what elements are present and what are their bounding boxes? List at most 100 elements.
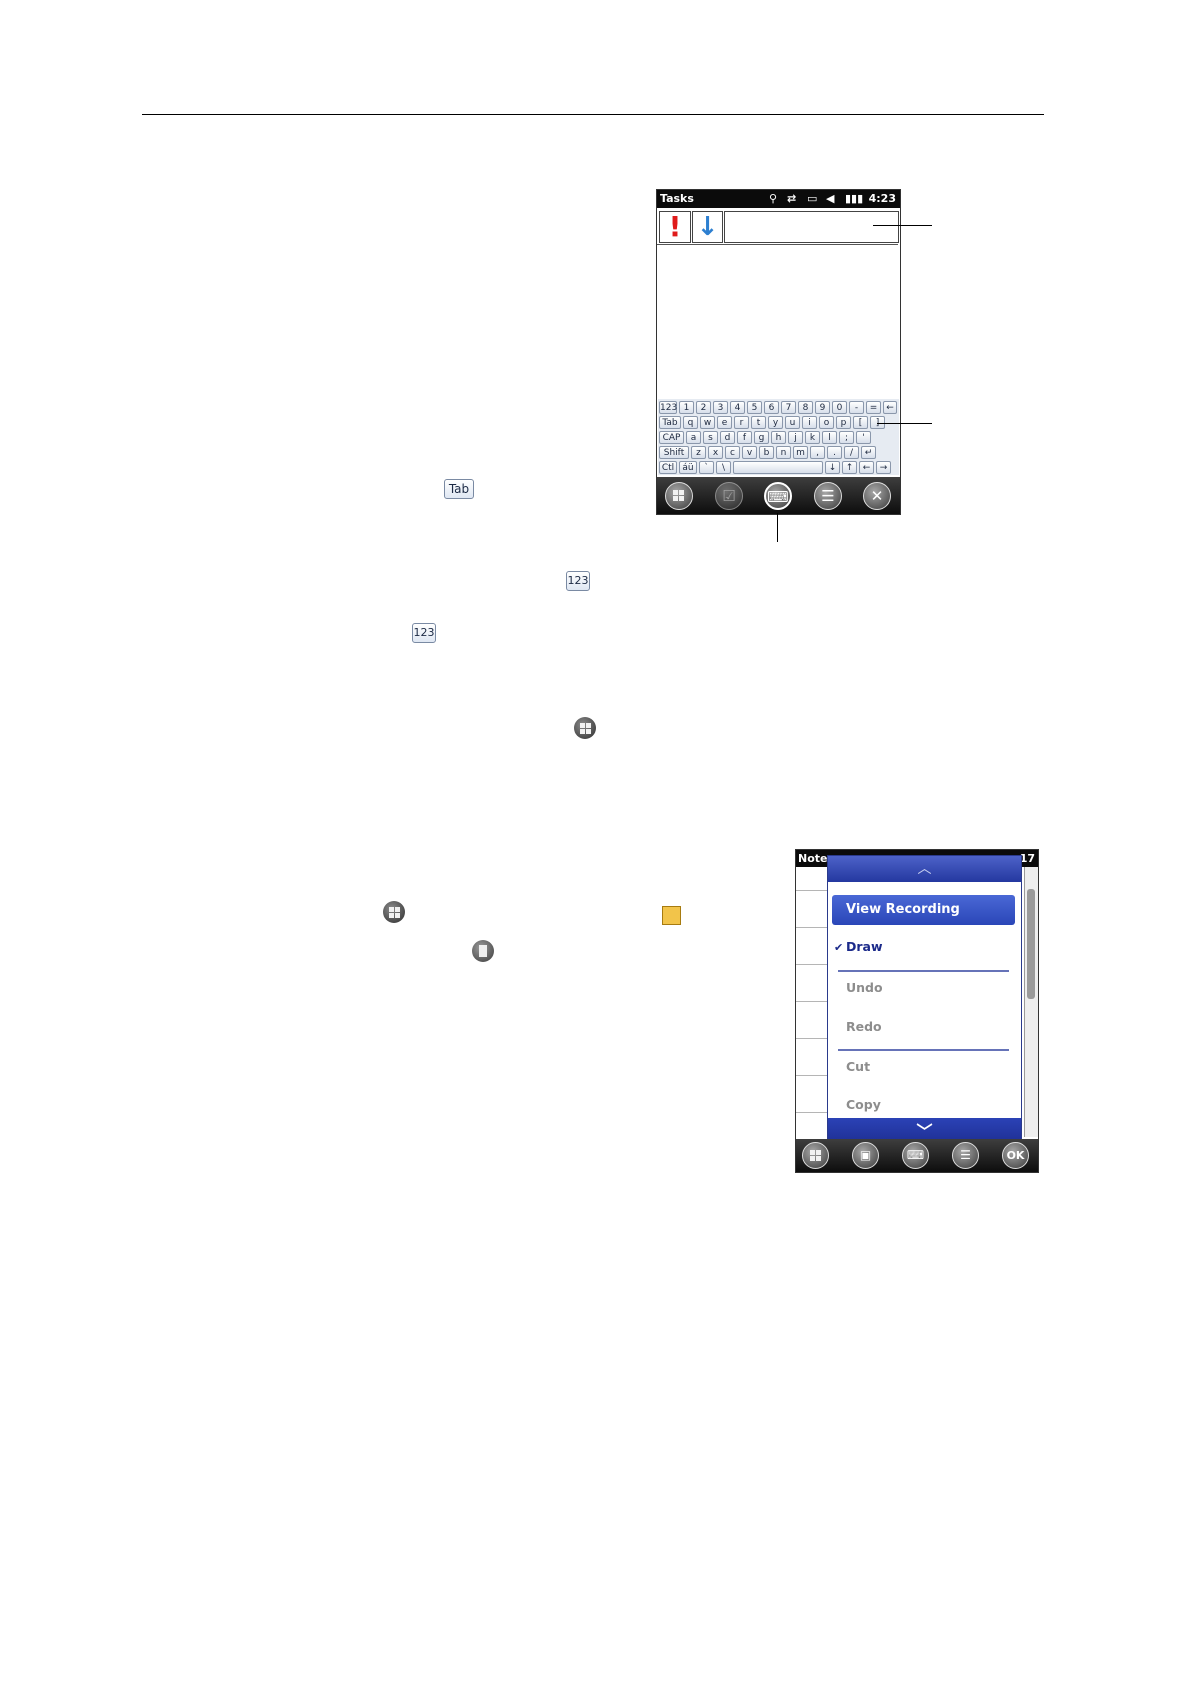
battery-icon: ▮▮▮ — [845, 192, 864, 205]
keyboard-key[interactable]: [ — [853, 416, 868, 429]
keyboard-key[interactable]: ` — [699, 461, 714, 474]
keyboard-key[interactable]: ↑ — [842, 461, 857, 474]
keyboard-key[interactable]: 8 — [798, 401, 813, 414]
callout-line-entry-bar — [873, 225, 932, 226]
keyboard-key[interactable]: x — [708, 446, 723, 459]
ok-button[interactable]: OK — [1002, 1142, 1029, 1169]
keyboard-key[interactable]: 2 — [696, 401, 711, 414]
keyboard-toggle-button[interactable]: ⌨ — [764, 482, 792, 510]
menu-separator — [838, 970, 1009, 972]
keyboard-key[interactable]: u — [785, 416, 800, 429]
keyboard-key[interactable]: ; — [839, 431, 854, 444]
clock: 4:23 — [868, 192, 896, 205]
keyboard-key[interactable]: s — [703, 431, 718, 444]
keyboard-key[interactable]: n — [776, 446, 791, 459]
keyboard-key[interactable]: 0 — [832, 401, 847, 414]
keyboard-key[interactable]: d — [720, 431, 735, 444]
keyboard-key[interactable]: 4 — [730, 401, 745, 414]
popup-menu: ︿ View Recording Toolbar ✔ Draw Undo Red… — [827, 855, 1022, 1147]
keyboard-key[interactable]: l — [822, 431, 837, 444]
start-button[interactable] — [802, 1142, 829, 1169]
menu-item-redo[interactable]: Redo — [846, 1019, 882, 1034]
keyboard-key[interactable]: áü — [679, 461, 697, 474]
new-note-icon[interactable]: ▣ — [852, 1142, 879, 1169]
keyboard-key[interactable]: h — [771, 431, 786, 444]
check-icon: ✔ — [834, 941, 844, 954]
keyboard-key[interactable]: r — [734, 416, 749, 429]
keyboard-key[interactable]: Tab — [659, 416, 681, 429]
menu-icon — [472, 940, 494, 962]
keyboard-key[interactable]: / — [844, 446, 859, 459]
keyboard-key[interactable]: 6 — [764, 401, 779, 414]
keyboard-key[interactable]: 7 — [781, 401, 796, 414]
keyboard-key[interactable]: ' — [856, 431, 871, 444]
keyboard-key[interactable]: Ctl — [659, 461, 677, 474]
callout-line-keyboard — [877, 423, 932, 424]
start-button[interactable] — [665, 482, 693, 510]
keyboard-key[interactable]: 123 — [659, 401, 677, 414]
keyboard-key[interactable]: , — [810, 446, 825, 459]
keyboard-key[interactable]: = — [866, 401, 881, 414]
keyboard-key[interactable]: v — [742, 446, 757, 459]
keyboard-key[interactable]: p — [836, 416, 851, 429]
keyboard-key[interactable]: j — [788, 431, 803, 444]
bottom-toolbar: ▣ ⌨ ☰ OK — [796, 1139, 1038, 1172]
keyboard-key[interactable]: . — [827, 446, 842, 459]
keyboard-key[interactable]: w — [700, 416, 715, 429]
menu-button[interactable]: ☰ — [952, 1142, 979, 1169]
keyboard-toggle-button[interactable]: ⌨ — [902, 1142, 929, 1169]
keyboard-key[interactable]: ↵ — [861, 446, 876, 459]
close-button[interactable]: ✕ — [863, 482, 891, 510]
menu-button[interactable]: ☰ — [814, 482, 842, 510]
keyboard-key[interactable]: a — [686, 431, 701, 444]
no-sim-icon: ▭ — [807, 192, 818, 205]
keyboard-key[interactable]: ↓ — [825, 461, 840, 474]
keyboard-key[interactable]: CAP — [659, 431, 684, 444]
keyboard-key[interactable]: - — [849, 401, 864, 414]
keyboard-key[interactable]: q — [683, 416, 698, 429]
keyboard-key[interactable]: 3 — [713, 401, 728, 414]
keyboard-key[interactable]: ← — [859, 461, 874, 474]
keyboard-key[interactable]: g — [754, 431, 769, 444]
keyboard-key[interactable]: i — [802, 416, 817, 429]
menu-item-view-recording-toolbar[interactable]: View Recording Toolbar — [832, 895, 1015, 947]
num-key-icon: 123 — [566, 571, 590, 591]
scrollbar[interactable] — [1024, 867, 1038, 1137]
scroll-up-button[interactable]: ︿ — [828, 856, 1021, 882]
keyboard-key[interactable]: b — [759, 446, 774, 459]
task-list-area — [657, 244, 898, 399]
keyboard-key[interactable]: Shift — [659, 446, 689, 459]
keyboard-key[interactable]: ← — [883, 401, 897, 414]
menu-item-undo[interactable]: Undo — [846, 980, 883, 995]
windows-start-icon-2 — [383, 901, 405, 923]
num-key-icon-2: 123 — [412, 623, 436, 643]
keyboard-key[interactable]: e — [717, 416, 732, 429]
space-key[interactable] — [733, 461, 823, 474]
status-bar: Tasks ⚲ ⇄ ▭ ◀ ▮▮▮ 4:23 — [657, 190, 900, 208]
keyboard-key[interactable]: o — [819, 416, 834, 429]
keyboard-key[interactable]: 5 — [747, 401, 762, 414]
menu-item-draw[interactable]: Draw — [846, 939, 883, 954]
scrollbar-thumb[interactable] — [1027, 889, 1035, 999]
keyboard-key[interactable]: 1 — [679, 401, 694, 414]
keyboard-key[interactable]: t — [751, 416, 766, 429]
app-title: Tasks — [660, 192, 694, 205]
keyboard-key[interactable]: \ — [716, 461, 731, 474]
keyboard-key[interactable]: 9 — [815, 401, 830, 414]
keyboard-key[interactable]: y — [768, 416, 783, 429]
keyboard-key[interactable]: k — [805, 431, 820, 444]
menu-item-copy[interactable]: Copy — [846, 1097, 881, 1112]
windows-start-icon — [574, 717, 596, 739]
tasks-app-icon: ☑ — [715, 482, 743, 510]
antenna-icon: ⚲ — [769, 192, 778, 205]
keyboard-key[interactable]: → — [876, 461, 891, 474]
keyboard-key[interactable]: z — [691, 446, 706, 459]
high-priority-icon[interactable]: ! — [659, 211, 691, 243]
keyboard-key[interactable]: c — [725, 446, 740, 459]
keyboard-key[interactable]: f — [737, 431, 752, 444]
notes-screenshot: Notes 17 ︿ View Recording Toolbar ✔ Draw… — [795, 849, 1039, 1173]
task-entry-input[interactable] — [724, 211, 899, 243]
menu-item-cut[interactable]: Cut — [846, 1059, 870, 1074]
low-priority-icon[interactable]: ↓ — [692, 211, 723, 243]
keyboard-key[interactable]: m — [793, 446, 808, 459]
